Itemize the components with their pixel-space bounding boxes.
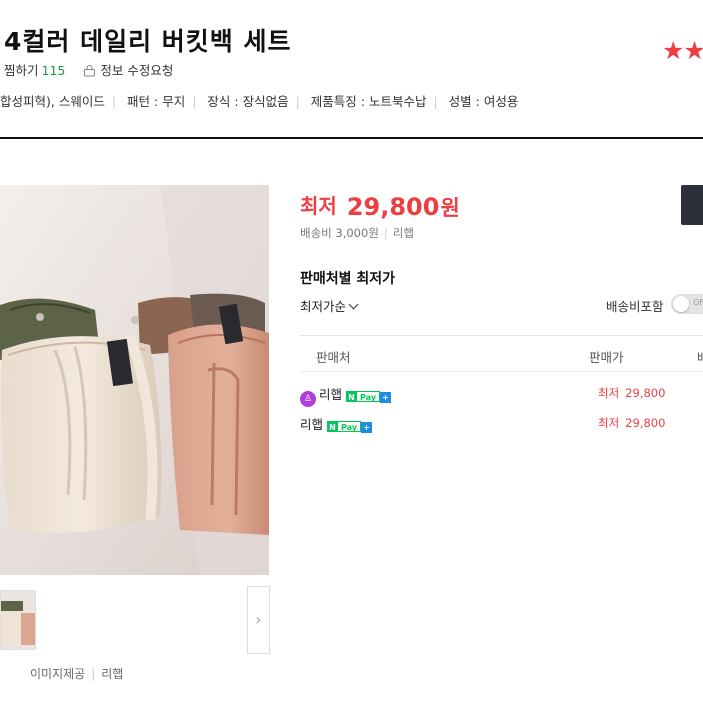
- product-title: 4컬러 데일리 버킷백 세트: [4, 27, 292, 56]
- toggle-knob: [673, 296, 689, 312]
- divider: |: [383, 226, 388, 240]
- shop-icon: ♙: [300, 391, 316, 407]
- offer-price-value: 29,800: [625, 416, 666, 430]
- edit-request-link[interactable]: 정보 수정요청: [83, 63, 173, 78]
- offer-seller-name: 리햅: [300, 417, 324, 432]
- toggle-text: OFF: [693, 298, 703, 307]
- offer-price-label: 최저: [598, 386, 620, 400]
- divider: |: [192, 94, 197, 109]
- offer-price-label: 최저: [598, 416, 620, 430]
- spec-item: 장식 : 장식없음: [207, 94, 289, 109]
- thumbnail-illustration: [1, 591, 35, 649]
- product-thumbnail[interactable]: [0, 590, 36, 650]
- offers-title: 판매처별 최저가: [300, 271, 396, 287]
- column-header: 배: [697, 350, 703, 365]
- offer-price[interactable]: 최저 29,800: [598, 415, 665, 431]
- offers-table-header: 판매처 판매가 배: [300, 335, 703, 372]
- npay-pay: Pay: [338, 421, 362, 432]
- spec-item: 제품특징 : 노트북수납: [310, 94, 427, 109]
- edit-request-label: 정보 수정요청: [100, 63, 174, 78]
- wish-button[interactable]: 찜하기 115: [4, 63, 65, 78]
- header-divider: [0, 137, 703, 139]
- rating-stars: ★★: [662, 36, 703, 65]
- npay-badge: N Pay +: [327, 421, 373, 434]
- bucket-bags-illustration: [0, 185, 269, 575]
- divider: |: [111, 94, 117, 109]
- divider: |: [433, 94, 438, 109]
- offer-price[interactable]: 최저 29,800: [598, 385, 665, 401]
- column-header: 판매가: [589, 350, 624, 365]
- product-specs: 합성피혁), 스웨이드 | 패턴 : 무지 | 장식 : 장식없음 | 제품특징 : …: [0, 91, 518, 110]
- price-label: 최저: [300, 194, 337, 218]
- sort-label: 최저가순: [300, 299, 347, 314]
- npay-plus: +: [361, 422, 373, 433]
- sort-select[interactable]: 최저가순: [300, 296, 359, 315]
- image-credit-seller[interactable]: 리햅: [101, 667, 123, 681]
- price-seller[interactable]: 리햅: [393, 226, 414, 240]
- shipping-toggle-label: 배송비포함: [606, 299, 664, 314]
- offer-row[interactable]: ♙ 리햅 N Pay + 최저 29,800: [300, 381, 703, 407]
- wish-count: 115: [41, 63, 66, 78]
- product-meta: 찜하기 115 정보 수정요청: [4, 60, 173, 79]
- shipping-fee: 배송비 3,000원: [300, 226, 379, 240]
- price-unit: 원: [440, 196, 460, 220]
- product-main-image[interactable]: [0, 185, 269, 575]
- spec-item: 성별 : 여성용: [448, 94, 519, 109]
- spec-item: 패턴 : 무지: [127, 94, 186, 109]
- lowest-price: 최저 29,800원: [300, 190, 460, 222]
- divider: |: [91, 667, 96, 681]
- edit-request-icon: [84, 64, 96, 77]
- divider: |: [295, 94, 300, 109]
- npay-badge: N Pay +: [346, 391, 392, 404]
- npay-pay: Pay: [357, 391, 381, 402]
- offer-seller[interactable]: ♙ 리햅 N Pay +: [300, 384, 392, 407]
- offer-seller-name: 리햅: [319, 387, 343, 402]
- shipping-toggle[interactable]: OFF: [671, 294, 703, 314]
- offer-seller[interactable]: 리햅 N Pay +: [300, 414, 373, 434]
- npay-n: N: [327, 421, 339, 432]
- image-credit: 이미지제공 | 리햅: [30, 665, 123, 682]
- column-header: 판매처: [316, 350, 351, 365]
- chevron-right-icon: ›: [255, 610, 262, 629]
- gallery-next-button[interactable]: ›: [247, 586, 270, 654]
- buy-button[interactable]: [681, 185, 703, 225]
- chevron-down-icon: [348, 299, 359, 310]
- npay-n: N: [346, 391, 358, 402]
- wish-label: 찜하기: [4, 63, 39, 78]
- image-credit-label: 이미지제공: [30, 667, 86, 681]
- npay-plus: +: [380, 392, 392, 403]
- shipping-info: 배송비 3,000원 | 리햅: [300, 225, 414, 241]
- spec-item: 합성피혁), 스웨이드: [0, 94, 105, 109]
- offer-price-value: 29,800: [625, 386, 666, 400]
- price-value: 29,800: [346, 193, 440, 221]
- offer-row[interactable]: 리햅 N Pay + 최저 29,800: [300, 411, 703, 435]
